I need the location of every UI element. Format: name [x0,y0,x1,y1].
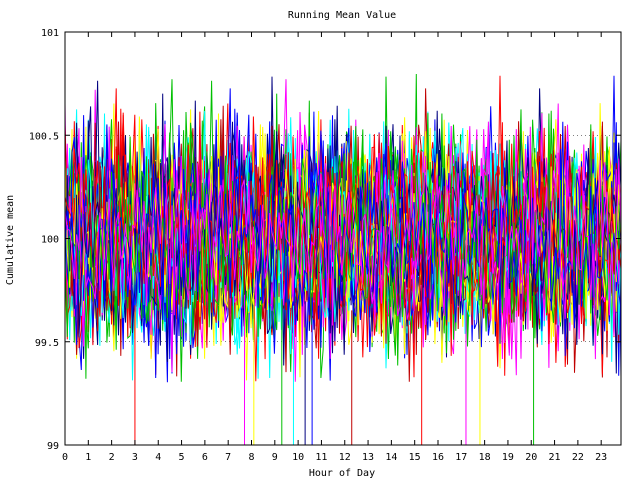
series-layer [64,73,622,445]
x-tick-label: 1 [85,452,91,463]
x-tick-label: 8 [248,452,254,463]
x-tick-label: 22 [572,452,584,463]
x-tick-label: 21 [549,452,561,463]
x-tick-label: 12 [339,452,351,463]
x-tick-label: 13 [362,452,374,463]
x-tick-label: 7 [225,452,231,463]
x-tick-label: 17 [455,452,467,463]
x-tick-label: 9 [272,452,278,463]
x-tick-label: 14 [385,452,397,463]
y-tick-label: 101 [41,28,59,39]
x-tick-label: 5 [179,452,185,463]
x-tick-label: 6 [202,452,208,463]
y-tick-label: 99 [47,441,59,452]
x-tick-label: 16 [432,452,444,463]
x-tick-label: 10 [292,452,304,463]
y-axis-label: Cumulative mean [5,195,16,285]
x-tick-label: 19 [502,452,514,463]
x-tick-label: 11 [315,452,327,463]
x-tick-label: 3 [132,452,138,463]
x-tick-label: 4 [155,452,161,463]
x-tick-label: 2 [109,452,115,463]
y-tick-label: 100.5 [29,131,59,142]
x-tick-label: 18 [479,452,491,463]
x-tick-label: 0 [62,452,68,463]
chart-title: Running Mean Value [288,10,396,21]
running-mean-chart: Running Mean Value Cumulative mean Hour … [5,10,622,479]
x-tick-label: 15 [409,452,421,463]
x-tick-label: 23 [595,452,607,463]
x-axis-label: Hour of Day [309,468,375,479]
y-tick-label: 100 [41,235,59,246]
x-tick-label: 20 [525,452,537,463]
y-tick-label: 99.5 [35,338,59,349]
